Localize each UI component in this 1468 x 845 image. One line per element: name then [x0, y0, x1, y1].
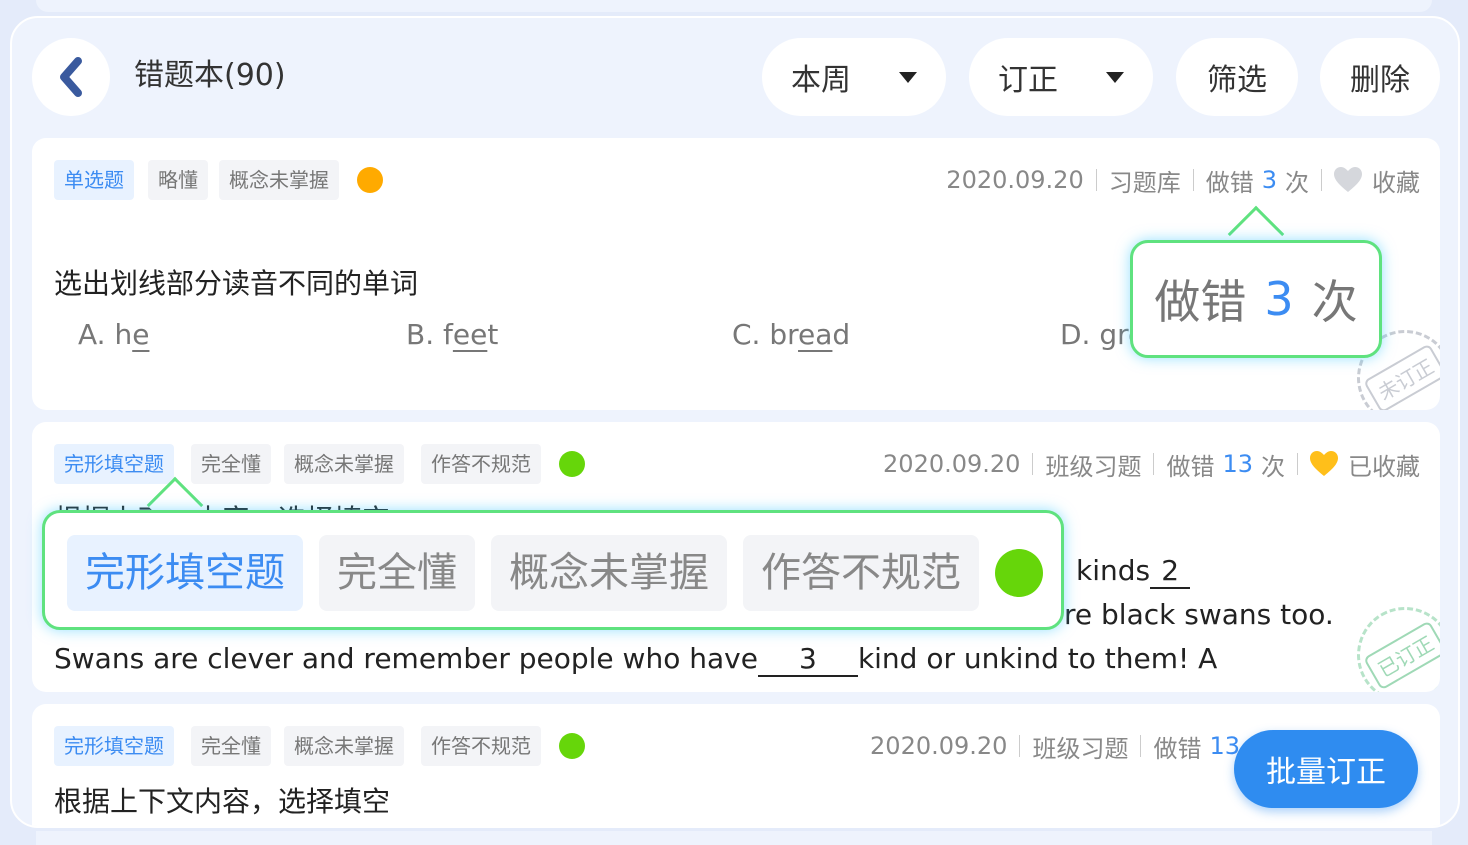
question-type-tag: 完形填空题	[54, 726, 174, 766]
option-a[interactable]: A. he	[78, 318, 149, 351]
reason-tag: 概念未掌握	[284, 444, 404, 484]
passage-line: re black swans too.	[1064, 598, 1334, 631]
question-source: 习题库	[1108, 168, 1181, 197]
batch-correct-button[interactable]: 批量订正	[1234, 730, 1418, 808]
divider	[1032, 453, 1034, 475]
option-underlined: ea	[798, 318, 833, 351]
corrected-stamp: 已订正	[1339, 589, 1440, 692]
question-date: 2020.09.20	[883, 450, 1021, 478]
option-text: t	[487, 318, 499, 351]
status-dot	[357, 167, 383, 193]
question-meta: 2020.09.20 习题库 做错 3 次 收藏	[946, 160, 1420, 200]
question-source: 班级习题	[1045, 452, 1142, 481]
caret-down-icon	[899, 71, 917, 83]
favorite-label: 已收藏	[1348, 452, 1420, 481]
question-type-tag-zoomed: 完形填空题	[67, 535, 303, 611]
divider	[1140, 735, 1142, 757]
wrong-count-suffix: 次	[1261, 452, 1285, 481]
passage-text: kinds	[1076, 554, 1151, 587]
status-dot	[559, 451, 585, 477]
answer-blank[interactable]: 2	[1150, 554, 1191, 589]
callout-count: 3	[1264, 272, 1294, 326]
question-date: 2020.09.20	[870, 732, 1008, 760]
understanding-tag: 完全懂	[191, 726, 271, 766]
wrong-count-prefix: 做错	[1205, 168, 1254, 197]
divider	[1153, 453, 1155, 475]
passage-line: kinds 2	[1076, 554, 1191, 589]
question-date: 2020.09.20	[946, 166, 1084, 194]
divider	[1321, 169, 1322, 191]
chevron-left-icon	[60, 57, 82, 97]
question-type-tag: 单选题	[54, 160, 134, 200]
understanding-tag: 略懂	[148, 160, 208, 200]
week-filter-label: 本周	[791, 63, 851, 98]
divider	[1019, 735, 1021, 757]
wrong-count: 3	[1261, 166, 1277, 194]
divider	[1192, 169, 1194, 191]
passage-text: Swans are clever and remember people who…	[54, 642, 758, 675]
option-text: C. br	[732, 318, 799, 351]
wrong-count-suffix: 次	[1285, 168, 1309, 197]
understanding-tag: 完全懂	[191, 444, 271, 484]
reason-tag: 概念未掌握	[219, 160, 339, 200]
stamp-label: 已订正	[1362, 619, 1440, 691]
callout-suffix: 次	[1311, 275, 1358, 329]
option-underlined: e	[132, 318, 150, 351]
option-text: d	[832, 318, 851, 351]
question-card[interactable]: 完形填空题 完全懂 概念未掌握 作答不规范 2020.09.20 班级习题 做错…	[32, 704, 1440, 826]
question-source: 班级习题	[1032, 734, 1129, 763]
understanding-tag-zoomed: 完全懂	[319, 535, 475, 611]
wrong-count-prefix: 做错	[1153, 734, 1202, 763]
reason-tag: 概念未掌握	[284, 726, 404, 766]
wrong-count-prefix: 做错	[1166, 452, 1215, 481]
passage-text: kind or unkind to them! A	[857, 642, 1218, 675]
background-card-bottom	[36, 831, 1432, 845]
option-text: A. h	[78, 318, 133, 351]
wrong-count: 13	[1222, 450, 1253, 478]
reason-tag-zoomed: 概念未掌握	[491, 535, 727, 611]
question-meta: 2020.09.20 班级习题 做错 13 次 已收藏	[883, 444, 1420, 484]
option-underlined: ee	[452, 318, 488, 351]
correction-filter-dropdown[interactable]: 订正	[969, 38, 1153, 116]
page-title: 错题本(90)	[134, 58, 286, 93]
delete-button[interactable]: 删除	[1320, 38, 1440, 116]
passage-line: Swans are clever and remember people who…	[54, 642, 1217, 677]
tags-callout: 完形填空题 完全懂 概念未掌握 作答不规范	[42, 510, 1064, 630]
callout-prefix: 做错	[1154, 275, 1247, 329]
answer-format-tag: 作答不规范	[421, 726, 541, 766]
heart-icon	[1310, 451, 1338, 476]
wrong-count-callout: 做错 3 次	[1130, 240, 1382, 358]
divider	[1297, 453, 1298, 475]
caret-down-icon	[1106, 71, 1124, 83]
correction-filter-label: 订正	[998, 63, 1058, 98]
answer-blank[interactable]: 3	[757, 642, 858, 677]
answer-format-tag: 作答不规范	[421, 444, 541, 484]
status-dot-zoomed	[995, 549, 1043, 597]
favorite-label: 收藏	[1372, 168, 1420, 197]
back-button[interactable]	[32, 38, 110, 116]
wrong-question-panel: 错题本(90) 本周 订正 筛选 删除 单选题 略懂 概念未掌握 2020.09…	[10, 16, 1460, 828]
heart-icon	[1334, 167, 1362, 192]
week-filter-dropdown[interactable]: 本周	[762, 38, 946, 116]
filter-button[interactable]: 筛选	[1176, 38, 1298, 116]
question-text: 选出划线部分读音不同的单词	[54, 267, 419, 300]
status-dot	[559, 733, 585, 759]
question-type-tag: 完形填空题	[54, 444, 174, 484]
favorite-button[interactable]: 已收藏	[1310, 447, 1420, 482]
option-c[interactable]: C. bread	[732, 318, 850, 351]
option-b[interactable]: B. feet	[406, 318, 498, 351]
background-card-top	[36, 0, 1432, 12]
answer-format-tag-zoomed: 作答不规范	[743, 535, 979, 611]
option-text: B. f	[406, 318, 453, 351]
favorite-button[interactable]: 收藏	[1334, 163, 1420, 198]
question-text: 根据上下文内容，选择填空	[54, 785, 391, 818]
divider	[1095, 169, 1097, 191]
